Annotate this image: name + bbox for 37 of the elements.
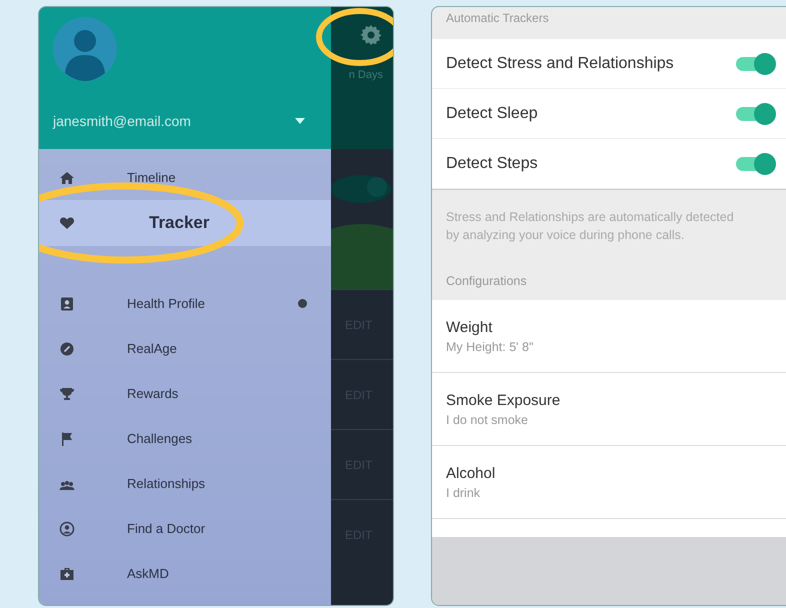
item-title: Weight — [446, 318, 494, 336]
toggle-label: Detect Stress and Relationships — [446, 54, 674, 72]
dropdown-caret-icon[interactable] — [295, 118, 305, 124]
item-value: My Height: 5' 8" — [446, 340, 534, 354]
section-heading: Automatic Trackers — [445, 10, 550, 27]
section-heading: Configurations — [445, 274, 528, 290]
kit-icon — [59, 566, 75, 582]
settings-icon[interactable] — [359, 23, 383, 47]
flag-icon — [59, 430, 75, 446]
item-title: Alcohol — [446, 464, 496, 482]
drawer-menu-item[interactable]: RealAge — [39, 326, 331, 371]
item-title: Smoke Exposure — [446, 392, 562, 408]
drawer-menu-item[interactable]: AskMD — [39, 551, 331, 596]
gauge-icon — [59, 340, 75, 356]
account-email: janesmith@email.com — [53, 113, 191, 129]
configuration-item[interactable]: Smoke Exposure I do not smoke — [432, 373, 786, 446]
home-icon — [59, 170, 75, 186]
item-value: I do not smoke — [446, 412, 529, 426]
configuration-item[interactable]: Alcohol I drink — [432, 446, 786, 519]
drawer-menu-item[interactable]: Challenges — [39, 416, 331, 461]
screen-heading: n Days — [348, 69, 383, 81]
drawer-menu-item[interactable]: Timeline — [39, 155, 331, 200]
drawer-menu-item[interactable]: Relationships — [39, 461, 331, 506]
drawer-menu-item[interactable]: Health Profile — [39, 281, 331, 326]
person-icon — [59, 520, 75, 536]
heart-icon — [59, 215, 75, 231]
drawer-menu-item[interactable]: Rewards — [39, 371, 331, 416]
toggle-label: Detect Sleep — [446, 104, 538, 122]
trophy-icon — [59, 386, 75, 402]
drawer-menu-item[interactable]: Tracker — [39, 200, 331, 246]
profile-icon — [59, 296, 75, 312]
avatar-icon — [53, 17, 117, 81]
drawer-menu-item[interactable]: Find a Doctor — [39, 506, 331, 551]
info-note: Stress and Relationships are automatically detected by analyzing your voice during phone calls. — [432, 189, 786, 274]
item-value: I drink — [446, 486, 482, 500]
configuration-item[interactable]: Weight My Height: 5' 8" — [432, 300, 786, 373]
toggle-label: Detect Steps — [446, 154, 538, 172]
